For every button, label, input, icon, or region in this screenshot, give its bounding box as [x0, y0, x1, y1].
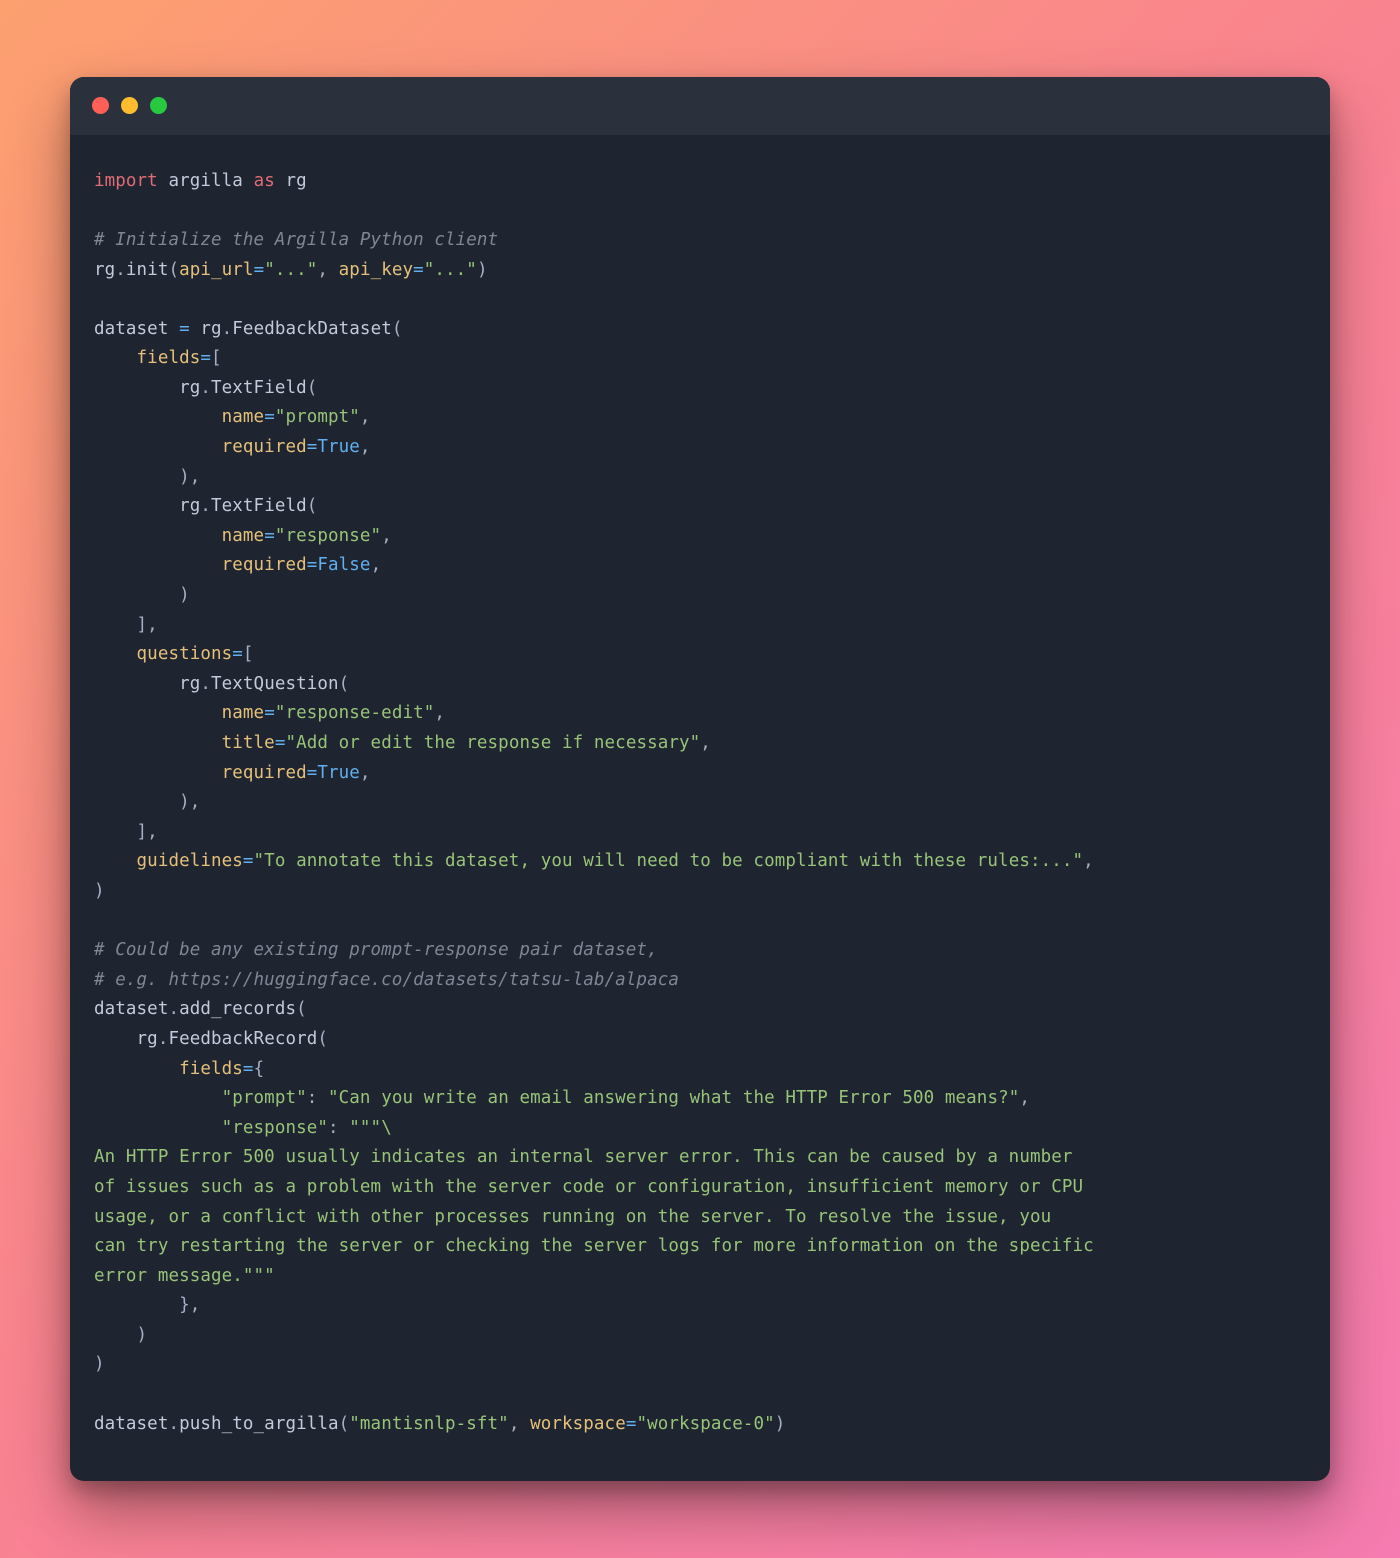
ctor-textquestion: TextQuestion [211, 674, 339, 694]
keyword-import: import [94, 171, 158, 191]
str-response-line: can try restarting the server or checkin… [94, 1236, 1094, 1256]
var-dataset: dataset [94, 319, 168, 339]
str-response-line: of issues such as a problem with the ser… [94, 1177, 1083, 1197]
bool-false: False [317, 555, 370, 575]
param-required: required [222, 437, 307, 457]
code-content: import argilla as rg # Initialize the Ar… [70, 135, 1330, 1482]
str: "prompt" [275, 407, 360, 427]
param-workspace: workspace [530, 1414, 626, 1434]
str-prompt-val: "Can you write an email answering what t… [328, 1088, 1019, 1108]
code-window: import argilla as rg # Initialize the Ar… [70, 77, 1330, 1482]
module: rg [179, 378, 200, 398]
obj: dataset [94, 1414, 168, 1434]
module: rg [179, 674, 200, 694]
fn-push: push_to_argilla [179, 1414, 339, 1434]
param-guidelines: guidelines [137, 851, 243, 871]
comment: # Could be any existing prompt-response … [94, 940, 658, 960]
str: "response" [275, 526, 381, 546]
bool-true: True [317, 437, 360, 457]
param-name: name [222, 526, 265, 546]
param-fields: fields [179, 1059, 243, 1079]
param-name: name [222, 703, 265, 723]
ctor-textfield: TextField [211, 378, 307, 398]
param-api-key: api_key [339, 260, 413, 280]
str: "..." [424, 260, 477, 280]
str-response-line: usage, or a conflict with other processe… [94, 1207, 1051, 1227]
param-name: name [222, 407, 265, 427]
zoom-icon[interactable] [150, 97, 167, 114]
close-icon[interactable] [92, 97, 109, 114]
str-response-line: An HTTP Error 500 usually indicates an i… [94, 1147, 1073, 1167]
str-guidelines: "To annotate this dataset, you will need… [254, 851, 1084, 871]
dict-key-response: "response" [222, 1118, 328, 1138]
alias: rg [285, 171, 306, 191]
obj: rg [94, 260, 115, 280]
param-title: title [222, 733, 275, 753]
ctor-textfield: TextField [211, 496, 307, 516]
str-response-line: error message.""" [94, 1266, 275, 1286]
module: rg [179, 496, 200, 516]
str-response-open: """\ [349, 1118, 392, 1138]
str: "mantisnlp-sft" [349, 1414, 509, 1434]
param-fields: fields [137, 348, 201, 368]
ctor-feedbackdataset: FeedbackDataset [232, 319, 392, 339]
str: "workspace-0" [636, 1414, 774, 1434]
ctor-feedbackrecord: FeedbackRecord [168, 1029, 317, 1049]
bool-true: True [317, 763, 360, 783]
str: "response-edit" [275, 703, 435, 723]
fn-init: init [126, 260, 169, 280]
dict-key-prompt: "prompt" [222, 1088, 307, 1108]
str: "..." [264, 260, 317, 280]
param-questions: questions [137, 644, 233, 664]
str: "Add or edit the response if necessary" [285, 733, 700, 753]
param-required: required [222, 763, 307, 783]
param-api-url: api_url [179, 260, 253, 280]
comment: # Initialize the Argilla Python client [94, 230, 498, 250]
comment: # e.g. https://huggingface.co/datasets/t… [94, 970, 679, 990]
window-titlebar [70, 77, 1330, 135]
module: rg [137, 1029, 158, 1049]
module-name: argilla [168, 171, 242, 191]
minimize-icon[interactable] [121, 97, 138, 114]
param-required: required [222, 555, 307, 575]
module: rg [200, 319, 221, 339]
keyword-as: as [254, 171, 275, 191]
obj: dataset [94, 999, 168, 1019]
fn-addrecords: add_records [179, 999, 296, 1019]
